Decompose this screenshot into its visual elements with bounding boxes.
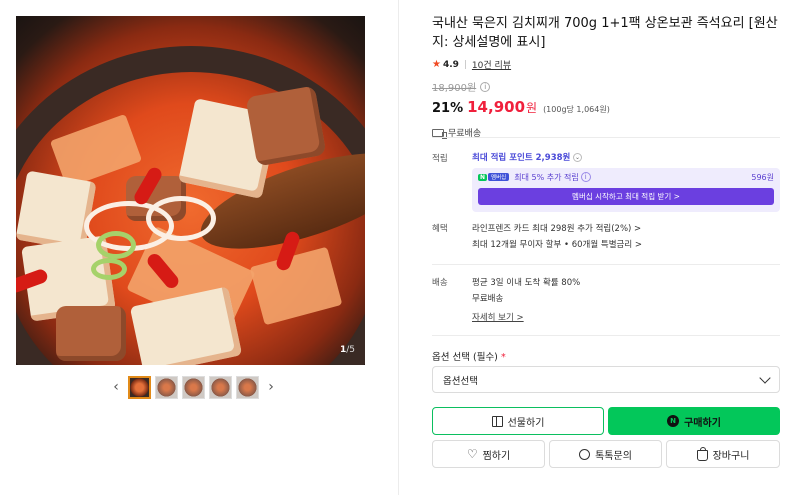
scallion-ring xyxy=(96,231,136,259)
column-divider xyxy=(398,0,399,495)
delivery-details-link[interactable]: 자세히 보기 > xyxy=(472,313,524,323)
divider xyxy=(432,335,780,336)
rating-score: 4.9 xyxy=(442,59,459,70)
divider xyxy=(432,137,780,138)
rating-row: ★ 4.9 10건 리뷰 xyxy=(432,58,780,71)
review-count-link[interactable]: 10건 리뷰 xyxy=(472,58,511,71)
points-section: 적립 최대 적립 포인트 2,938원 ⌄ N 멤버십 최대 5% 추가 적립 … xyxy=(432,152,780,212)
delivery-estimate: 평균 3일 이내 도착 확률 80% xyxy=(472,278,581,288)
option-select[interactable]: 옵션선택 xyxy=(432,366,780,393)
original-price-row: 18,900원 i xyxy=(432,79,780,94)
pork-piece xyxy=(56,306,126,361)
gift-button[interactable]: 선물하기 xyxy=(432,407,604,435)
thumbnail-5[interactable] xyxy=(236,375,259,399)
divider xyxy=(432,264,780,265)
buy-button[interactable]: N 구매하기 xyxy=(608,407,780,435)
delivery-fee: 무료배송 xyxy=(472,294,504,304)
thumbnail-4[interactable] xyxy=(209,375,232,399)
original-price: 18,900원 xyxy=(432,83,477,94)
product-main-image[interactable]: 1/5 xyxy=(16,16,365,365)
currency-unit: 원 xyxy=(526,101,538,115)
scallion-ring xyxy=(91,258,127,280)
max-points-link[interactable]: 최대 적립 포인트 2,938원 xyxy=(472,153,570,163)
talk-inquiry-button[interactable]: 톡톡문의 xyxy=(549,440,662,468)
info-circle-icon[interactable]: i xyxy=(580,172,591,182)
points-label: 적립 xyxy=(432,154,448,164)
card-benefit-link[interactable]: 라인프렌즈 카드 최대 298원 추가 적립(2%) > xyxy=(472,221,780,237)
benefits-label: 혜택 xyxy=(432,224,448,234)
delivery-label: 배송 xyxy=(432,278,448,288)
thumbnail-3[interactable] xyxy=(182,375,205,399)
delivery-section: 배송 평균 3일 이내 도착 확률 80% 무료배송 자세히 보기 > xyxy=(432,276,780,324)
chat-bubble-icon xyxy=(579,448,591,460)
option-label: 옵션 선택 (필수) * xyxy=(432,352,506,363)
discount-rate: 21% xyxy=(432,101,464,116)
separator xyxy=(464,60,466,69)
membership-extra-points: 최대 5% 추가 적립 xyxy=(514,172,579,182)
shopping-bag-icon xyxy=(696,446,708,461)
chevron-down-icon xyxy=(759,371,771,384)
star-icon: ★ xyxy=(432,59,441,70)
option-select-value: 옵션선택 xyxy=(443,375,478,387)
thumb-next-icon[interactable]: › xyxy=(263,375,279,399)
sale-price-row: 21% 14,900 원 (100g당 1,064원) xyxy=(432,98,780,116)
heart-icon: ♡ xyxy=(466,446,478,461)
naver-pay-logo: N xyxy=(478,173,488,181)
membership-points-amount: 596원 xyxy=(751,172,774,182)
pork-on-spoon xyxy=(245,85,327,167)
thumbnail-strip: ‹ › xyxy=(108,374,279,400)
sale-price: 14,900 xyxy=(467,98,526,116)
thumbnail-1[interactable] xyxy=(128,375,151,399)
info-circle-icon[interactable]: i xyxy=(480,81,491,92)
installment-benefit-link[interactable]: 최대 12개월 무이자 할부 • 60개월 특별금리 > xyxy=(472,237,780,253)
gift-icon xyxy=(491,415,503,427)
product-title: 국내산 묵은지 김치찌개 700g 1+1팩 상온보관 즉석요리 [원산지: 상… xyxy=(432,16,778,50)
chevron-down-icon[interactable]: ⌄ xyxy=(573,153,583,162)
unit-price: (100g당 1,064원) xyxy=(543,105,610,114)
wish-button[interactable]: ♡ 찜하기 xyxy=(432,440,545,468)
truck-icon xyxy=(432,128,447,139)
membership-start-button[interactable]: 멤버십 시작하고 최대 적립 받기 > xyxy=(478,188,774,205)
benefits-section: 혜택 라인프렌즈 카드 최대 298원 추가 적립(2%) > 최대 12개월 … xyxy=(432,222,780,254)
onion-ring xyxy=(146,196,216,241)
thumb-prev-icon[interactable]: ‹ xyxy=(108,375,124,399)
naver-n-icon: N xyxy=(667,415,680,427)
cart-button[interactable]: 장바구니 xyxy=(666,440,780,468)
image-counter: 1/5 xyxy=(339,345,355,355)
membership-badge: 멤버십 xyxy=(488,173,510,181)
membership-box: N 멤버십 최대 5% 추가 적립 i 596원 멤버십 시작하고 최대 적립 … xyxy=(472,168,780,212)
product-info-panel: 국내산 묵은지 김치찌개 700g 1+1팩 상온보관 즉석요리 [원산지: 상… xyxy=(432,14,780,139)
thumbnail-2[interactable] xyxy=(155,375,178,399)
